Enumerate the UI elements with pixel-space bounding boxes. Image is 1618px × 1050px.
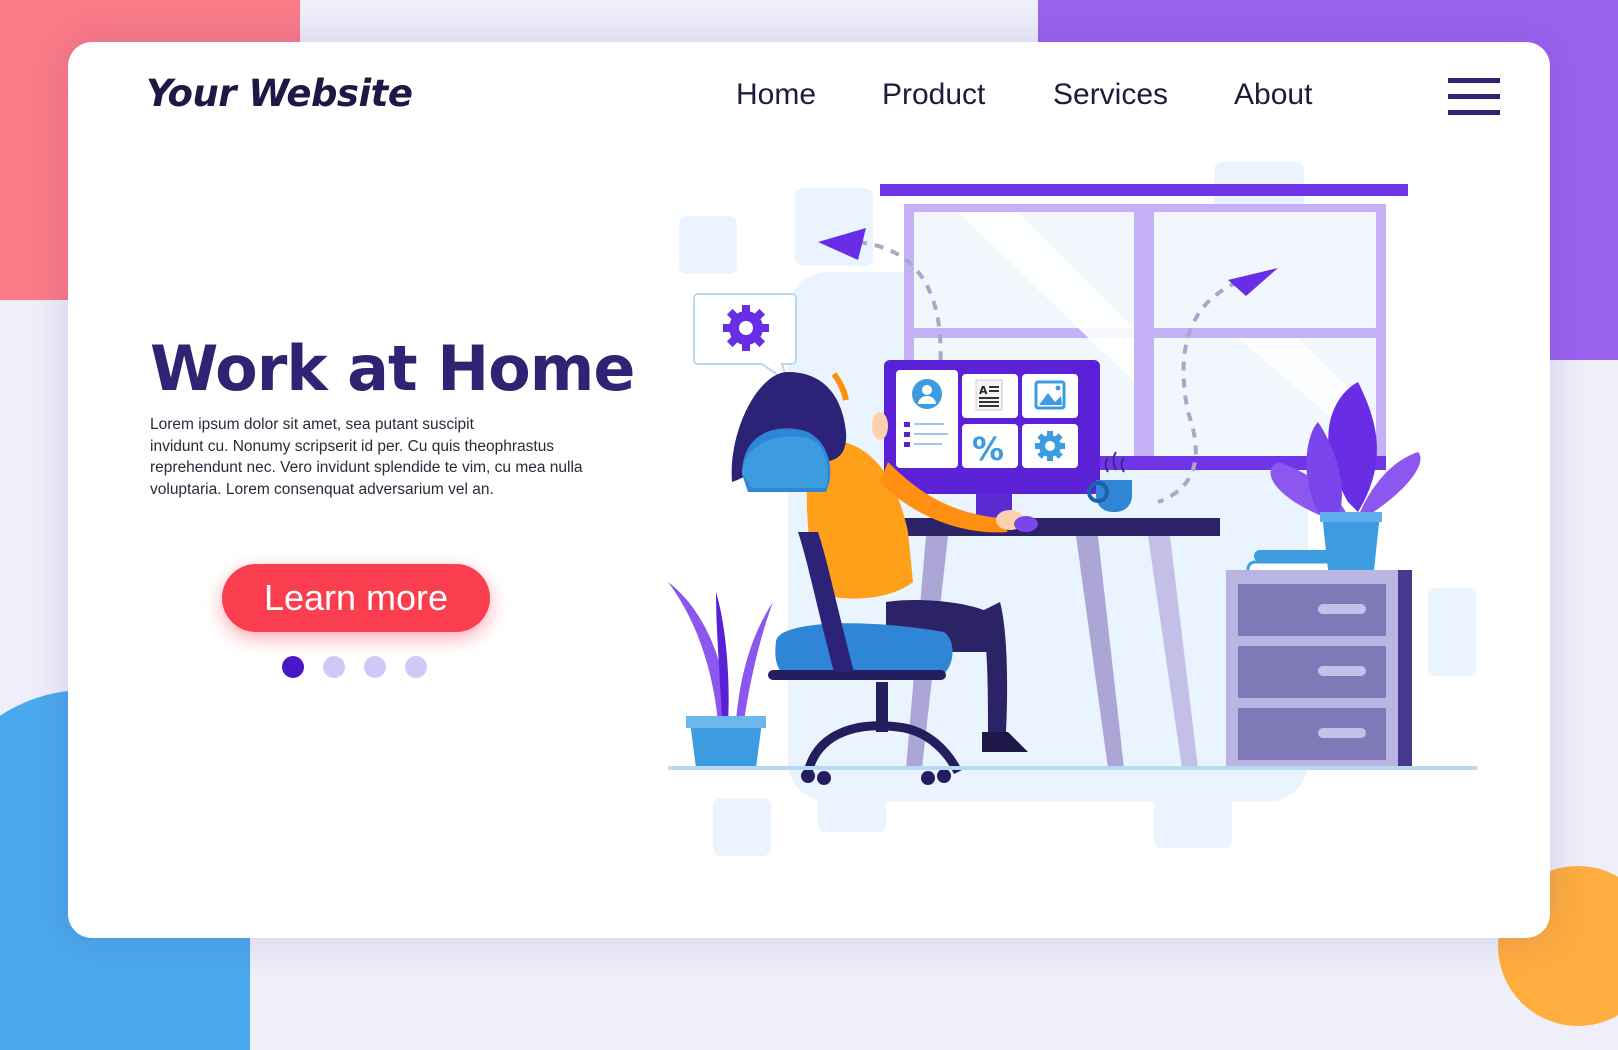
- carousel-dot-2[interactable]: [323, 656, 345, 678]
- site-logo[interactable]: Your Website: [146, 72, 413, 115]
- percent-icon: %: [972, 430, 1004, 468]
- nav-home[interactable]: Home: [736, 78, 816, 112]
- carousel-dot-1[interactable]: [282, 656, 304, 678]
- gear-icon: [1035, 431, 1065, 461]
- work-at-home-illustration: A %: [668, 162, 1478, 856]
- curtain-rod: [880, 184, 1408, 196]
- speech-bubble: [693, 293, 797, 385]
- potted-plant-left: [668, 582, 773, 768]
- document-icon: A: [979, 384, 988, 397]
- nav-about[interactable]: About: [1234, 78, 1312, 112]
- hero-title: Work at Home: [150, 332, 635, 405]
- description-line: reprehendunt nec. Vero invidunt splendid…: [150, 459, 583, 476]
- landing-card: Your Website Home Product Services About…: [68, 42, 1550, 938]
- learn-more-button[interactable]: Learn more: [222, 564, 490, 632]
- carousel-dot-4[interactable]: [405, 656, 427, 678]
- hero-description: Lorem ipsum dolor sit amet, sea putant s…: [150, 414, 620, 500]
- floor-line: [668, 766, 1478, 770]
- drawer-cabinet: [1226, 570, 1412, 770]
- description-line: invidunt cu. Nonumy scripserit id per. C…: [150, 437, 555, 455]
- gear-icon: [723, 305, 769, 351]
- nav-services[interactable]: Services: [1053, 78, 1168, 112]
- description-line: voluptaria. Lorem consenquat adversarium…: [150, 480, 494, 498]
- nav-product[interactable]: Product: [882, 78, 985, 112]
- hamburger-menu-icon[interactable]: [1448, 78, 1500, 116]
- description-line: Lorem ipsum dolor sit amet, sea putant s…: [150, 416, 474, 433]
- carousel-dot-3[interactable]: [364, 656, 386, 678]
